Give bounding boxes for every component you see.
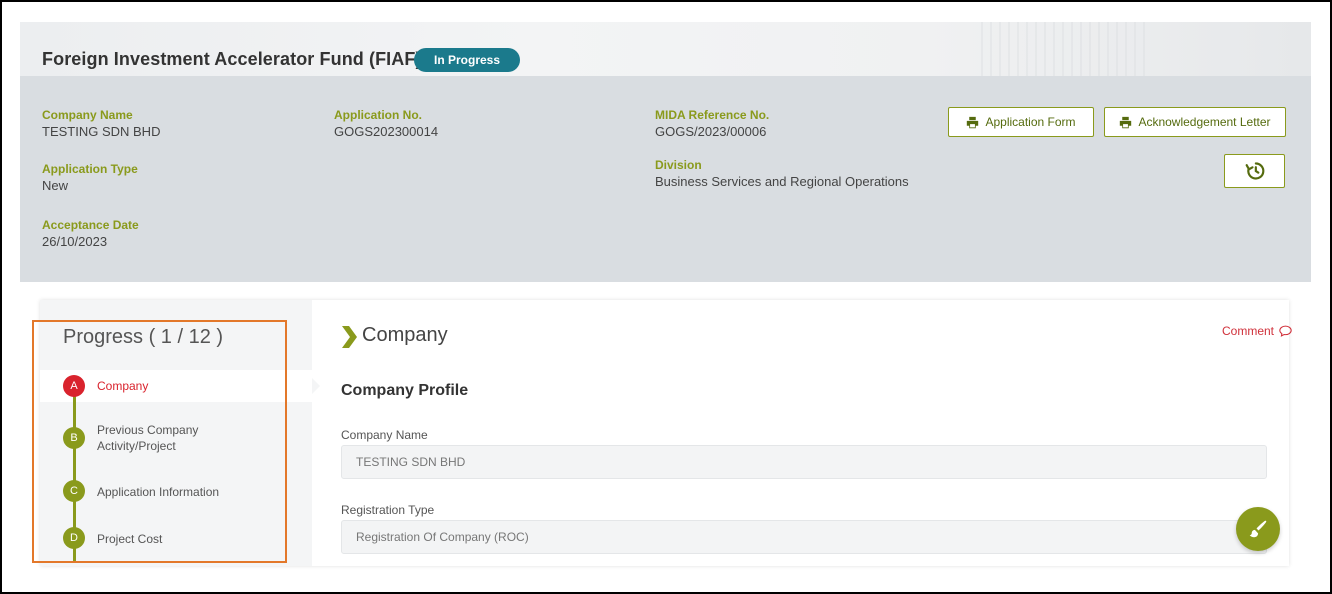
company-name-field[interactable]: TESTING SDN BHD — [341, 445, 1267, 479]
history-button[interactable] — [1224, 154, 1285, 188]
mida-ref-label: MIDA Reference No. — [655, 108, 770, 122]
paint-brush-icon — [1249, 520, 1267, 538]
company-name-field-label: Company Name — [341, 428, 428, 442]
section-title: Company — [362, 324, 448, 346]
company-profile-heading: Company Profile — [341, 382, 469, 399]
application-no-value: GOGS202300014 — [334, 124, 439, 139]
active-step-pointer — [312, 378, 320, 394]
application-form-button[interactable]: Application Form — [948, 107, 1094, 137]
company-name-value: TESTING SDN BHD — [42, 124, 161, 139]
application-no-label: Application No. — [334, 108, 422, 122]
company-name-label: Company Name — [42, 108, 133, 122]
registration-type-field[interactable]: Registration Of Company (ROC) — [341, 520, 1267, 554]
page-title: Foreign Investment Accelerator Fund (FIA… — [42, 49, 422, 69]
history-icon — [1245, 162, 1264, 180]
theme-fab-button[interactable] — [1236, 507, 1280, 551]
progress-highlight-box — [32, 320, 287, 563]
division-label: Division — [655, 158, 702, 172]
acceptance-date-label: Acceptance Date — [42, 218, 139, 232]
application-type-value: New — [42, 178, 69, 193]
chevron-right-icon — [342, 326, 357, 348]
mida-ref-value: GOGS/2023/00006 — [655, 124, 767, 139]
division-value: Business Services and Regional Operation… — [655, 174, 909, 189]
acceptance-date-value: 26/10/2023 — [42, 234, 108, 249]
status-badge: In Progress — [414, 48, 521, 72]
acknowledgement-letter-button[interactable]: Acknowledgement Letter — [1104, 107, 1286, 137]
comment-label: Comment — [1222, 324, 1275, 338]
acknowledgement-letter-label: Acknowledgement Letter — [1138, 115, 1271, 129]
comment-link[interactable]: Comment — [1222, 324, 1292, 338]
comment-icon — [1279, 325, 1292, 337]
registration-type-field-label: Registration Type — [341, 503, 435, 517]
printer-icon — [1120, 116, 1132, 128]
application-form-label: Application Form — [985, 115, 1076, 129]
application-type-label: Application Type — [42, 162, 138, 176]
printer-icon — [967, 116, 979, 128]
